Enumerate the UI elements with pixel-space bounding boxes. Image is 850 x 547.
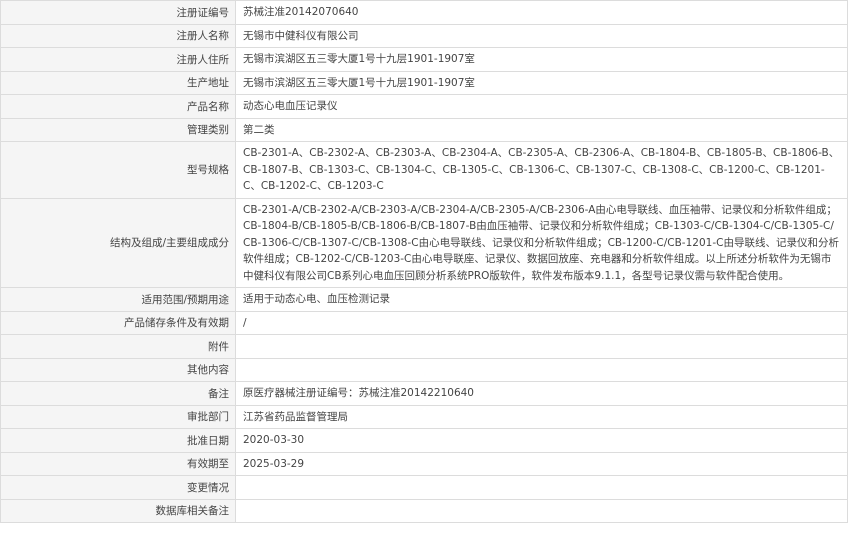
- label-changes: 变更情况: [0, 475, 236, 500]
- label-storage: 产品储存条件及有效期: [0, 310, 236, 335]
- label-product-name: 产品名称: [0, 94, 236, 119]
- value-structure: CB-2301-A/CB-2302-A/CB-2303-A/CB-2304-A/…: [235, 197, 848, 288]
- label-other: 其他内容: [0, 357, 236, 382]
- row-changes: 变更情况: [0, 475, 848, 500]
- value-approval-date: 2020-03-30: [235, 428, 848, 453]
- row-registrant-address: 注册人住所 无锡市滨湖区五三零大厦1号十九层1901-1907室: [0, 47, 848, 72]
- row-db-notes: 数据库相关备注: [0, 498, 848, 523]
- value-valid-until: 2025-03-29: [235, 451, 848, 476]
- row-registrant-name: 注册人名称 无锡市中健科仪有限公司: [0, 23, 848, 48]
- value-registrant-address: 无锡市滨湖区五三零大厦1号十九层1901-1907室: [235, 47, 848, 72]
- value-reg-number: 苏械注准20142070640: [235, 0, 848, 25]
- label-approval-date: 批准日期: [0, 428, 236, 453]
- label-registrant-name: 注册人名称: [0, 23, 236, 48]
- row-product-name: 产品名称 动态心电血压记录仪: [0, 94, 848, 119]
- row-other: 其他内容: [0, 357, 848, 382]
- value-other: [235, 357, 848, 382]
- label-scope: 适用范围/预期用途: [0, 287, 236, 312]
- row-approval-dept: 审批部门 江苏省药品监督管理局: [0, 404, 848, 429]
- row-reg-number: 注册证编号 苏械注准20142070640: [0, 0, 848, 25]
- label-model-spec: 型号规格: [0, 141, 236, 199]
- value-production-address: 无锡市滨湖区五三零大厦1号十九层1901-1907室: [235, 70, 848, 95]
- row-model-spec: 型号规格 CB-2301-A、CB-2302-A、CB-2303-A、CB-23…: [0, 141, 848, 199]
- row-remarks: 备注 原医疗器械注册证编号：苏械注准20142210640: [0, 381, 848, 406]
- value-remarks: 原医疗器械注册证编号：苏械注准20142210640: [235, 381, 848, 406]
- row-structure: 结构及组成/主要组成成分 CB-2301-A/CB-2302-A/CB-2303…: [0, 197, 848, 288]
- row-valid-until: 有效期至 2025-03-29: [0, 451, 848, 476]
- value-product-name: 动态心电血压记录仪: [235, 94, 848, 119]
- value-management-class: 第二类: [235, 117, 848, 142]
- value-changes: [235, 475, 848, 500]
- label-management-class: 管理类别: [0, 117, 236, 142]
- row-production-address: 生产地址 无锡市滨湖区五三零大厦1号十九层1901-1907室: [0, 70, 848, 95]
- value-db-notes: [235, 498, 848, 523]
- row-storage: 产品储存条件及有效期 /: [0, 310, 848, 335]
- value-scope: 适用于动态心电、血压检测记录: [235, 287, 848, 312]
- label-attachment: 附件: [0, 334, 236, 359]
- value-model-spec: CB-2301-A、CB-2302-A、CB-2303-A、CB-2304-A、…: [235, 141, 848, 199]
- label-reg-number: 注册证编号: [0, 0, 236, 25]
- value-storage: /: [235, 310, 848, 335]
- row-attachment: 附件: [0, 334, 848, 359]
- row-approval-date: 批准日期 2020-03-30: [0, 428, 848, 453]
- value-approval-dept: 江苏省药品监督管理局: [235, 404, 848, 429]
- label-registrant-address: 注册人住所: [0, 47, 236, 72]
- registration-record-table: 注册证编号 苏械注准20142070640 注册人名称 无锡市中健科仪有限公司 …: [0, 0, 848, 523]
- value-attachment: [235, 334, 848, 359]
- row-management-class: 管理类别 第二类: [0, 117, 848, 142]
- value-registrant-name: 无锡市中健科仪有限公司: [235, 23, 848, 48]
- label-structure: 结构及组成/主要组成成分: [0, 197, 236, 288]
- label-db-notes: 数据库相关备注: [0, 498, 236, 523]
- row-scope: 适用范围/预期用途 适用于动态心电、血压检测记录: [0, 287, 848, 312]
- label-valid-until: 有效期至: [0, 451, 236, 476]
- label-approval-dept: 审批部门: [0, 404, 236, 429]
- label-production-address: 生产地址: [0, 70, 236, 95]
- label-remarks: 备注: [0, 381, 236, 406]
